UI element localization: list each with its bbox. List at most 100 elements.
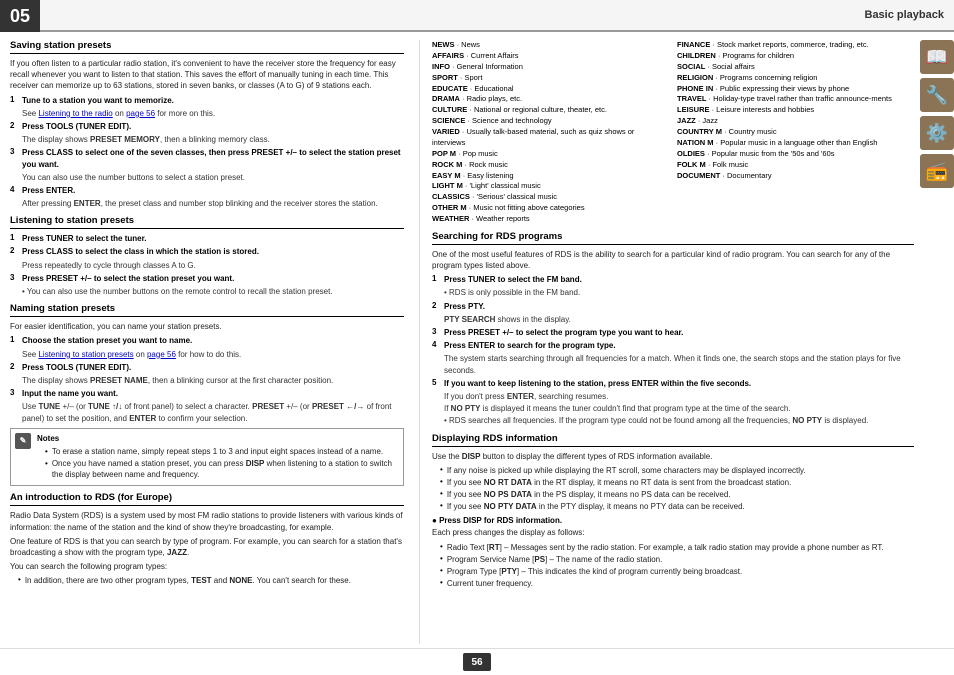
rds-row: EASY M · Easy listening xyxy=(432,171,669,182)
sidebar-icon-2: 🔧 xyxy=(920,78,954,112)
rds-intro-p1: Radio Data System (RDS) is a system used… xyxy=(10,510,404,532)
rds-row: PHONE IN · Public expressing their views… xyxy=(677,84,914,95)
step-num: 2 xyxy=(10,121,22,130)
step-label: Tune to a station you want to memorize. xyxy=(22,96,174,105)
rds-row: SOCIAL · Social affairs xyxy=(677,62,914,73)
note-text: To erase a station name, simply repeat s… xyxy=(52,446,383,457)
section-listening-title: Listening to station presets xyxy=(10,215,404,229)
section-listening: Listening to station presets 1 Press TUN… xyxy=(10,215,404,297)
step-num: 1 xyxy=(10,95,22,104)
notes-content: Notes To erase a station name, simply re… xyxy=(37,433,399,482)
disp-bullet: If any noise is picked up while displayi… xyxy=(440,465,914,476)
step-1-name: 1 Choose the station preset you want to … xyxy=(10,335,404,346)
step-2-listen: 2 Press CLASS to select the class in whi… xyxy=(10,246,404,257)
rds-row: AFFAIRS · Current Affairs xyxy=(432,51,669,62)
rds-row: OLDIES · Popular music from the '50s and… xyxy=(677,149,914,160)
step-sub: See Listening to the radio on page 56 fo… xyxy=(22,108,404,119)
sidebar-icon-1: 📖 xyxy=(920,40,954,74)
section-rds-title: An introduction to RDS (for Europe) xyxy=(10,492,404,506)
link-listening-presets[interactable]: Listening to station presets xyxy=(38,350,133,359)
naming-intro: For easier identification, you can name … xyxy=(10,321,404,332)
rds-row: TRAVEL · Holiday-type travel rather than… xyxy=(677,94,914,105)
step-1-listen: 1 Press TUNER to select the tuner. xyxy=(10,233,404,244)
rds-row: FOLK M · Folk music xyxy=(677,160,914,171)
step-sub: You can also use the number buttons to s… xyxy=(22,172,404,183)
section-rds-intro: An introduction to RDS (for Europe) Radi… xyxy=(10,492,404,586)
note-text: Once you have named a station preset, yo… xyxy=(52,458,399,480)
section-searching-title: Searching for RDS programs xyxy=(432,231,914,245)
right-sidebar: 📖 🔧 ⚙️ 📻 xyxy=(914,40,954,644)
link-page56b[interactable]: page 56 xyxy=(147,350,176,359)
note-item: Once you have named a station preset, yo… xyxy=(45,458,399,480)
notes-title: Notes xyxy=(37,433,399,444)
displaying-intro: Use the DISP button to display the diffe… xyxy=(432,451,914,462)
rds-intro-p3: You can search the following program typ… xyxy=(10,561,404,572)
rds-row: JAZZ · Jazz xyxy=(677,116,914,127)
rds-row: INFO · General Information xyxy=(432,62,669,73)
section-naming: Naming station presets For easier identi… xyxy=(10,303,404,486)
disp-item: Program Service Name [PS] – The name of … xyxy=(440,554,914,565)
header: 05 Basic playback xyxy=(0,0,954,32)
searching-intro: One of the most useful features of RDS i… xyxy=(432,249,914,271)
disp-bullet: If you see NO PTY DATA in the PTY displa… xyxy=(440,501,914,512)
rds-row: NATION M · Popular music in a language o… xyxy=(677,138,914,149)
right-area: NEWS · News AFFAIRS · Current Affairs IN… xyxy=(420,40,954,644)
step-num: 3 xyxy=(10,147,22,156)
section-displaying-title: Displaying RDS information xyxy=(432,433,914,447)
rds-row: SCIENCE · Science and technology xyxy=(432,116,669,127)
section-saving-title: Saving station presets xyxy=(10,40,404,54)
rds-row: POP M · Pop music xyxy=(432,149,669,160)
page-number: 56 xyxy=(463,653,491,671)
disp-item: Current tuner frequency. xyxy=(440,578,914,589)
step-3-name: 3 Input the name you want. xyxy=(10,388,404,399)
rds-intro-p2: One feature of RDS is that you can searc… xyxy=(10,536,404,558)
disp-bullet: If you see NO PS DATA in the PS display,… xyxy=(440,489,914,500)
step-content: Press ENTER. xyxy=(22,185,404,196)
rds-row: COUNTRY M · Country music xyxy=(677,127,914,138)
rds-table: NEWS · News AFFAIRS · Current Affairs IN… xyxy=(432,40,914,225)
sidebar-icon-4: 📻 xyxy=(920,154,954,188)
step-1-search: 1 Press TUNER to select the FM band. xyxy=(432,274,914,285)
step-content: Tune to a station you want to memorize. xyxy=(22,95,404,106)
footer: 56 xyxy=(0,648,954,675)
rds-bullet-text: In addition, there are two other program… xyxy=(25,575,351,586)
link-listening[interactable]: Listening to the radio xyxy=(38,109,112,118)
section-saving: Saving station presets If you often list… xyxy=(10,40,404,209)
step-sub: After pressing ENTER, the preset class a… xyxy=(22,198,404,209)
section-searching: Searching for RDS programs One of the mo… xyxy=(432,231,914,427)
rds-row: FINANCE · Stock market reports, commerce… xyxy=(677,40,914,51)
step-3-search: 3 Press PRESET +/– to select the program… xyxy=(432,327,914,338)
right-column: NEWS · News AFFAIRS · Current Affairs IN… xyxy=(420,40,914,644)
each-press-note: Each press changes the display as follow… xyxy=(432,527,914,538)
step-2-search: 2 Press PTY. xyxy=(432,301,914,312)
note-item: To erase a station name, simply repeat s… xyxy=(45,446,399,457)
chapter-number: 05 xyxy=(0,0,40,32)
press-disp-note: ● Press DISP for RDS information. xyxy=(432,515,914,525)
rds-row: SPORT · Sport xyxy=(432,73,669,84)
disp-bullet: If you see NO RT DATA in the RT display,… xyxy=(440,477,914,488)
rds-row: WEATHER · Weather reports xyxy=(432,214,669,225)
step-content: Press CLASS to select one of the seven c… xyxy=(22,147,404,169)
rds-col-1: NEWS · News AFFAIRS · Current Affairs IN… xyxy=(432,40,669,225)
step-sub: The display shows PRESET MEMORY, then a … xyxy=(22,134,404,145)
rds-row: NEWS · News xyxy=(432,40,669,51)
rds-row: RELIGION · Programs concerning religion xyxy=(677,73,914,84)
notes-box: ✎ Notes To erase a station name, simply … xyxy=(10,428,404,487)
step-3-listen: 3 Press PRESET +/– to select the station… xyxy=(10,273,404,284)
page-title: Basic playback xyxy=(865,9,945,21)
section-saving-intro: If you often listen to a particular radi… xyxy=(10,58,404,92)
notes-icon: ✎ xyxy=(15,433,31,449)
rds-row: ROCK M · Rock music xyxy=(432,160,669,171)
link-page56[interactable]: page 56 xyxy=(126,109,155,118)
step-2-save: 2 Press TOOLS (TUNER EDIT). xyxy=(10,121,404,132)
step-4-search: 4 Press ENTER to search for the program … xyxy=(432,340,914,351)
rds-row: CLASSICS · 'Serious' classical music xyxy=(432,192,669,203)
disp-item: Program Type [PTY] – This indicates the … xyxy=(440,566,914,577)
step-1-save: 1 Tune to a station you want to memorize… xyxy=(10,95,404,106)
step-4-save: 4 Press ENTER. xyxy=(10,185,404,196)
section-displaying: Displaying RDS information Use the DISP … xyxy=(432,433,914,590)
rds-col-2: FINANCE · Stock market reports, commerce… xyxy=(677,40,914,225)
rds-row: DRAMA · Radio plays, etc. xyxy=(432,94,669,105)
sidebar-icon-3: ⚙️ xyxy=(920,116,954,150)
rds-bullet: In addition, there are two other program… xyxy=(18,575,404,586)
